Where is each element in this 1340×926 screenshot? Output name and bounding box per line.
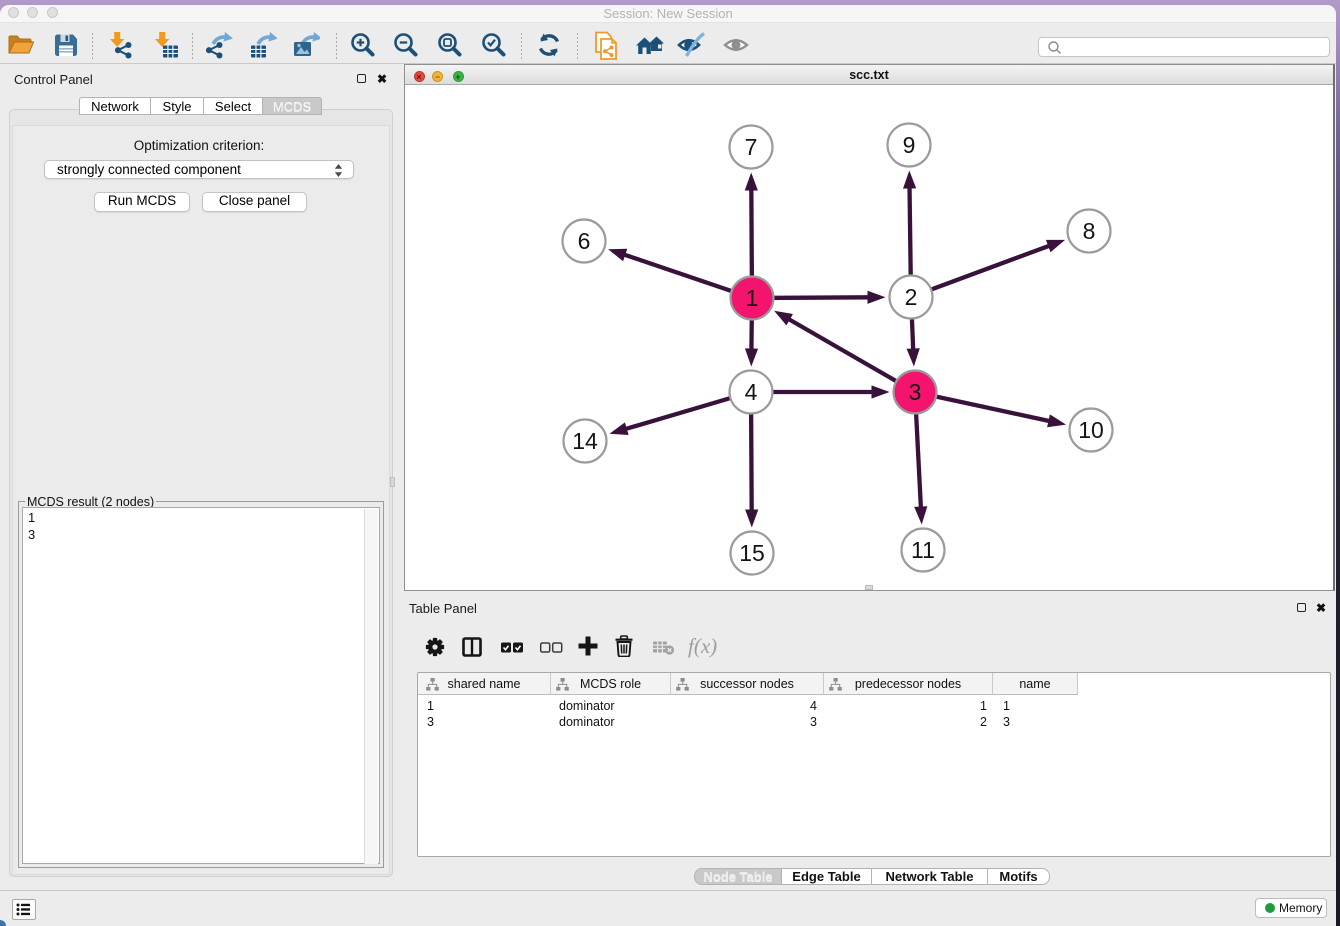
svg-text:14: 14 <box>572 428 598 454</box>
svg-text:15: 15 <box>739 540 765 566</box>
svg-text:8: 8 <box>1083 218 1096 244</box>
svg-text:2: 2 <box>905 284 918 310</box>
svg-text:10: 10 <box>1078 417 1104 443</box>
svg-text:11: 11 <box>911 537 935 563</box>
svg-text:6: 6 <box>578 228 591 254</box>
svg-text:7: 7 <box>745 134 758 160</box>
svg-text:1: 1 <box>746 285 759 311</box>
svg-text:4: 4 <box>745 379 758 405</box>
svg-text:9: 9 <box>903 132 916 158</box>
svg-text:3: 3 <box>909 379 922 405</box>
